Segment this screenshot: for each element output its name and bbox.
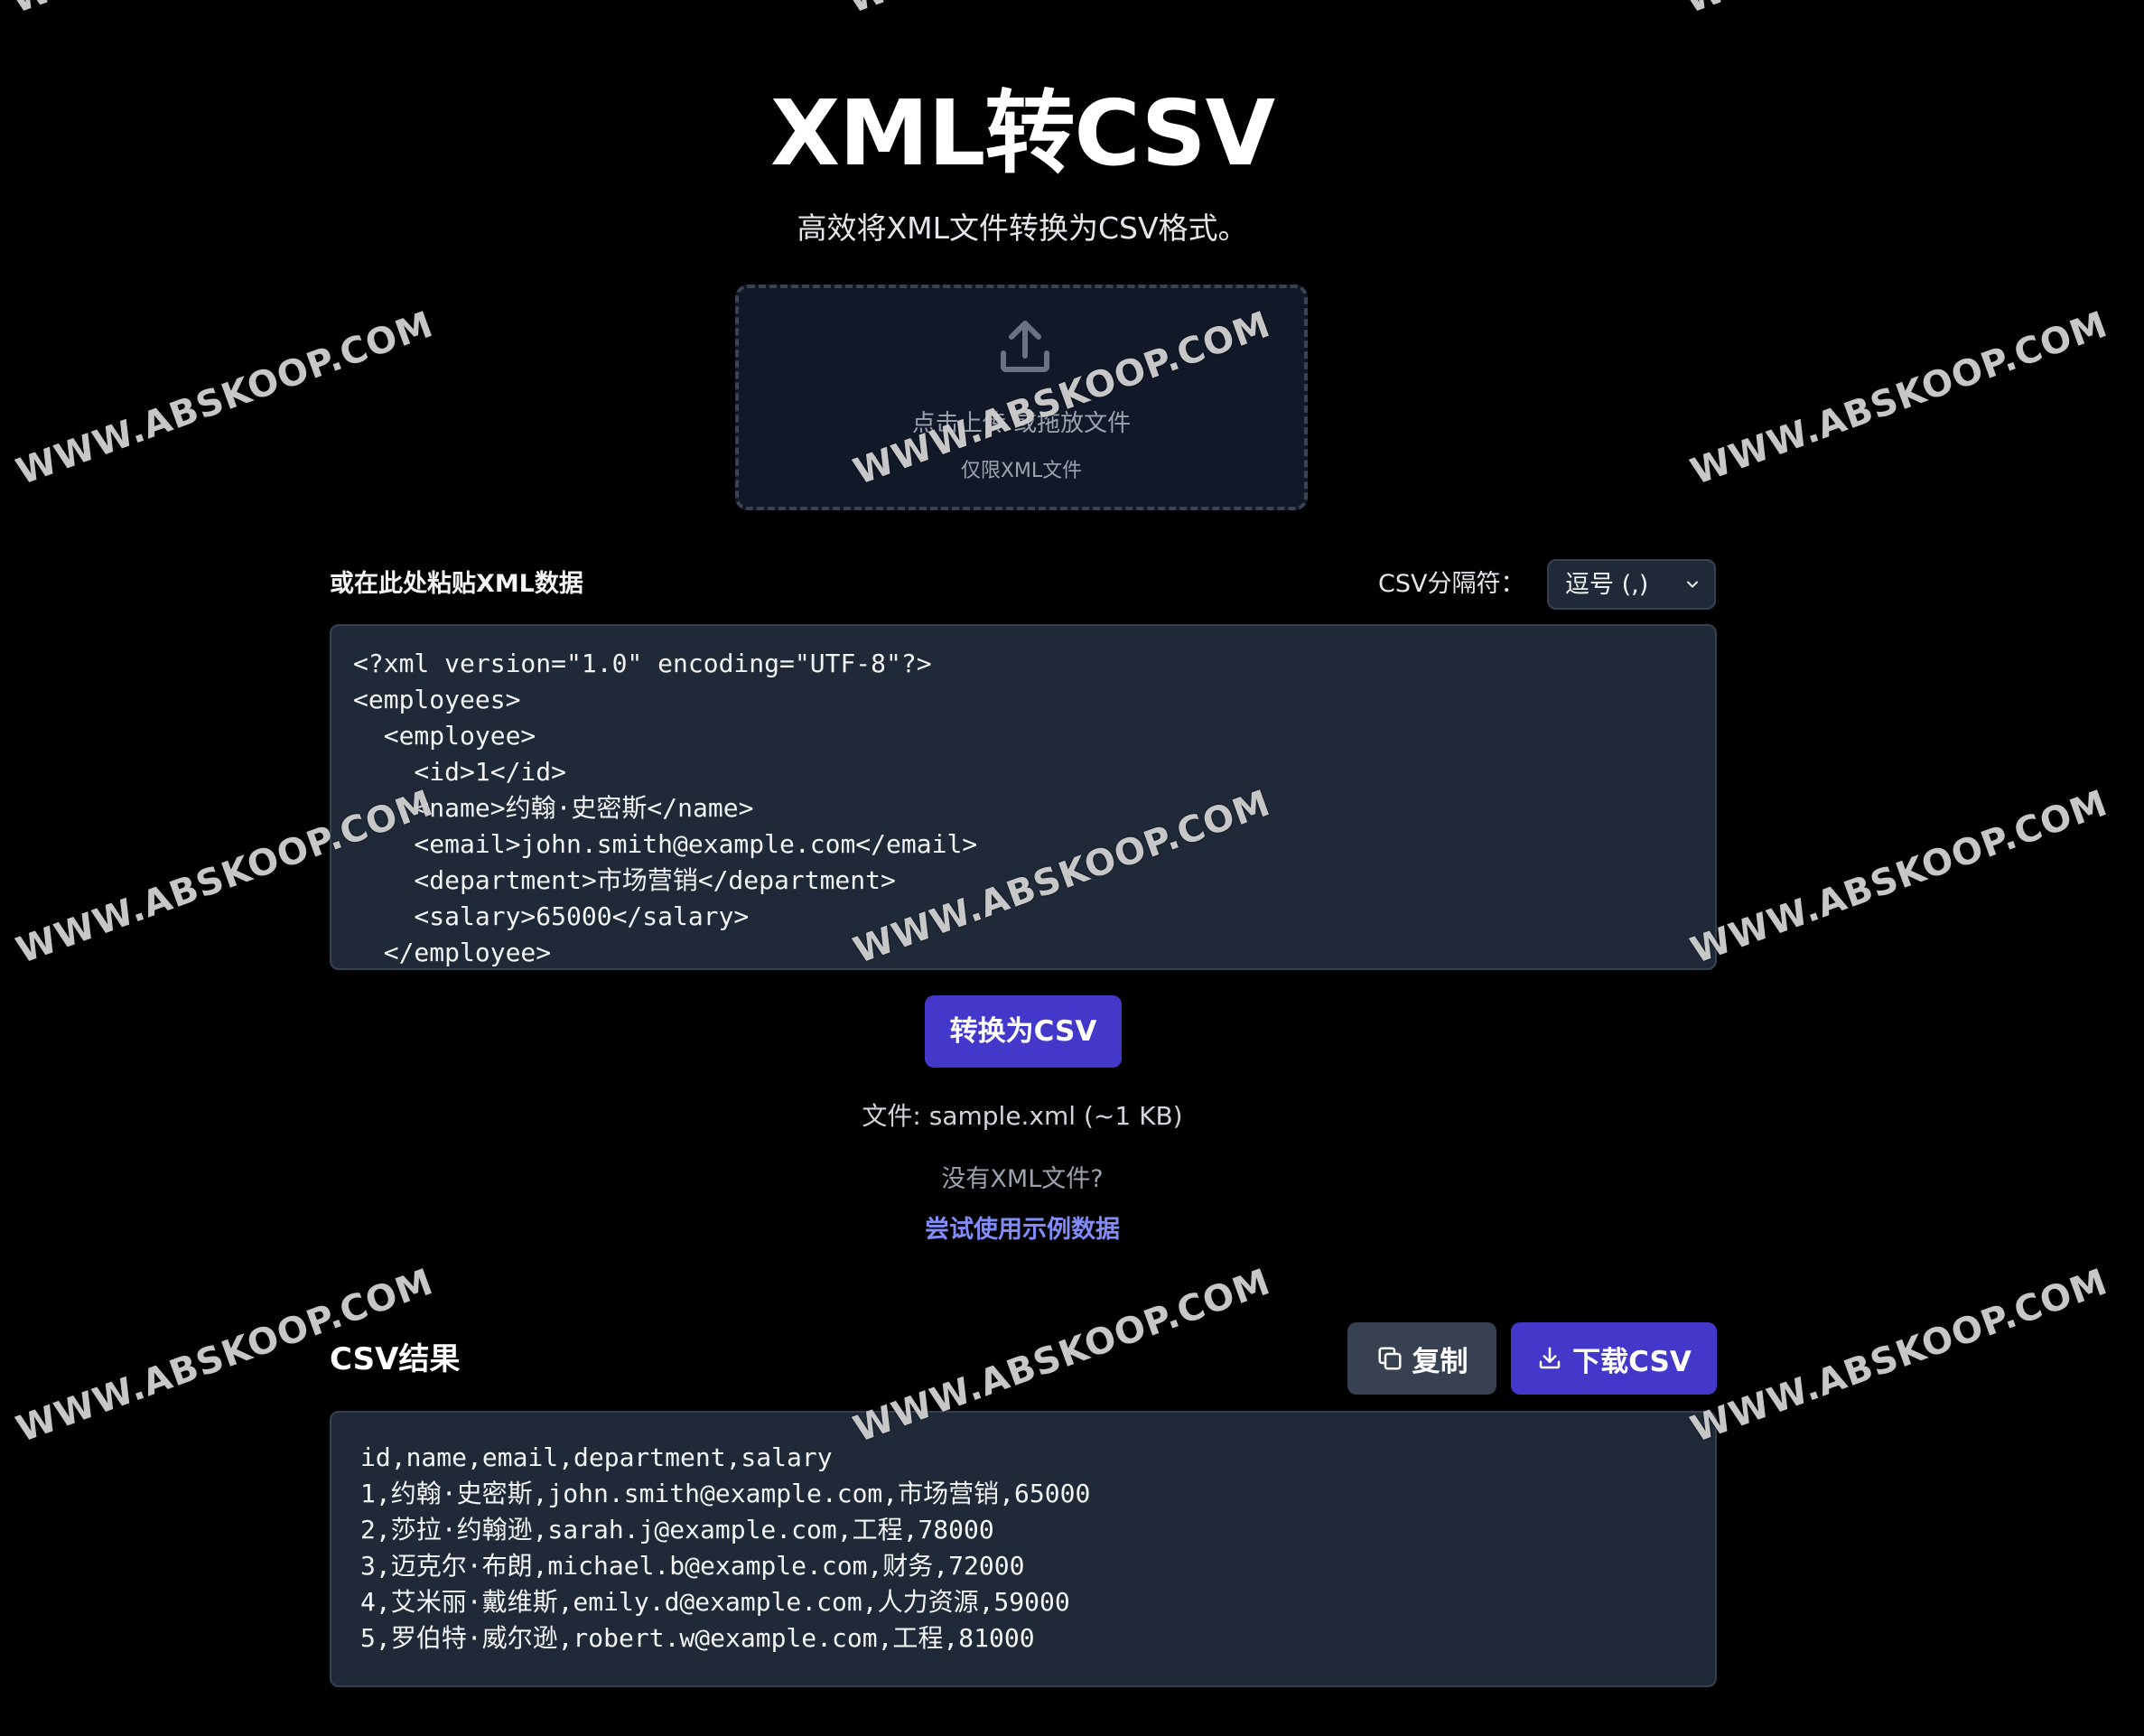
- convert-to-csv-button[interactable]: 转换为CSV: [925, 995, 1122, 1068]
- xml-line: <department>市场营销</department>: [353, 865, 896, 895]
- watermark: WWW.ABSKOOP.COM: [11, 303, 439, 493]
- xml-line: </employee>: [353, 938, 552, 967]
- upload-hint: 仅限XML文件: [960, 460, 1083, 482]
- watermark: WW: [1679, 0, 1770, 22]
- xml-line: <employee>: [353, 721, 536, 751]
- xml-line: <?xml version="1.0" encoding="UTF-8"?>: [353, 649, 932, 678]
- chevron-down-icon: [1686, 581, 1699, 588]
- try-sample-data-link[interactable]: 尝试使用示例数据: [0, 1212, 2045, 1248]
- delimiter-selected-value: 逗号 (,): [1565, 571, 1649, 599]
- csv-result-title: CSV结果: [330, 1341, 461, 1377]
- xml-line: <email>john.smith@example.com</email>: [353, 829, 978, 859]
- watermark: WWW.ABSKOOP.COM: [1685, 303, 2113, 493]
- download-icon: [1539, 1347, 1561, 1369]
- watermark: WWW.ABSKOOP.COM: [1685, 782, 2113, 972]
- xml-line: <salary>65000</salary>: [353, 901, 750, 931]
- watermark: WW: [842, 0, 933, 22]
- paste-xml-label: 或在此处粘贴XML数据: [330, 570, 583, 598]
- download-csv-button[interactable]: 下载CSV: [1511, 1322, 1717, 1395]
- upload-instruction: 点击上传 或拖放文件: [911, 410, 1132, 437]
- delimiter-label: CSV分隔符：: [1378, 570, 1525, 598]
- csv-line: 3,迈克尔·布朗,michael.b@example.com,财务,72000: [360, 1551, 1025, 1581]
- watermark: WWW.ABSKOOP.COM: [1685, 1261, 2113, 1451]
- copy-icon: [1378, 1347, 1401, 1370]
- upload-icon: [1001, 321, 1049, 372]
- csv-line: 2,莎拉·约翰逊,sarah.j@example.com,工程,78000: [360, 1515, 994, 1545]
- csv-line: 1,约翰·史密斯,john.smith@example.com,市场营销,650…: [360, 1479, 1091, 1508]
- file-info: 文件: sample.xml (~1 KB): [862, 1101, 1183, 1131]
- delimiter-select[interactable]: 逗号 (,): [1547, 559, 1716, 610]
- xml-line: <name>约翰·史密斯</name>: [353, 793, 754, 823]
- csv-line: id,name,email,department,salary: [360, 1442, 833, 1472]
- copy-button-label: 复制: [1412, 1345, 1468, 1378]
- xml-line: <id>1</id>: [353, 757, 567, 787]
- file-upload-dropzone[interactable]: 点击上传 或拖放文件 仅限XML文件: [735, 285, 1308, 510]
- xml-input-textarea[interactable]: <?xml version="1.0" encoding="UTF-8"?> <…: [330, 624, 1717, 970]
- page-title: XML转CSV: [770, 80, 1275, 186]
- csv-line: 5,罗伯特·威尔逊,robert.w@example.com,工程,81000: [360, 1623, 1035, 1653]
- copy-button[interactable]: 复制: [1347, 1322, 1496, 1395]
- page-subtitle: 高效将XML文件转换为CSV格式。: [797, 210, 1248, 246]
- xml-line: <employees>: [353, 685, 521, 714]
- csv-output[interactable]: id,name,email,department,salary 1,约翰·史密斯…: [330, 1411, 1717, 1687]
- no-file-prompt: 没有XML文件?: [941, 1165, 1104, 1193]
- csv-line: 4,艾米丽·戴维斯,emily.d@example.com,人力资源,59000: [360, 1587, 1070, 1617]
- watermark: WW: [5, 0, 97, 22]
- download-button-label: 下载CSV: [1572, 1345, 1692, 1378]
